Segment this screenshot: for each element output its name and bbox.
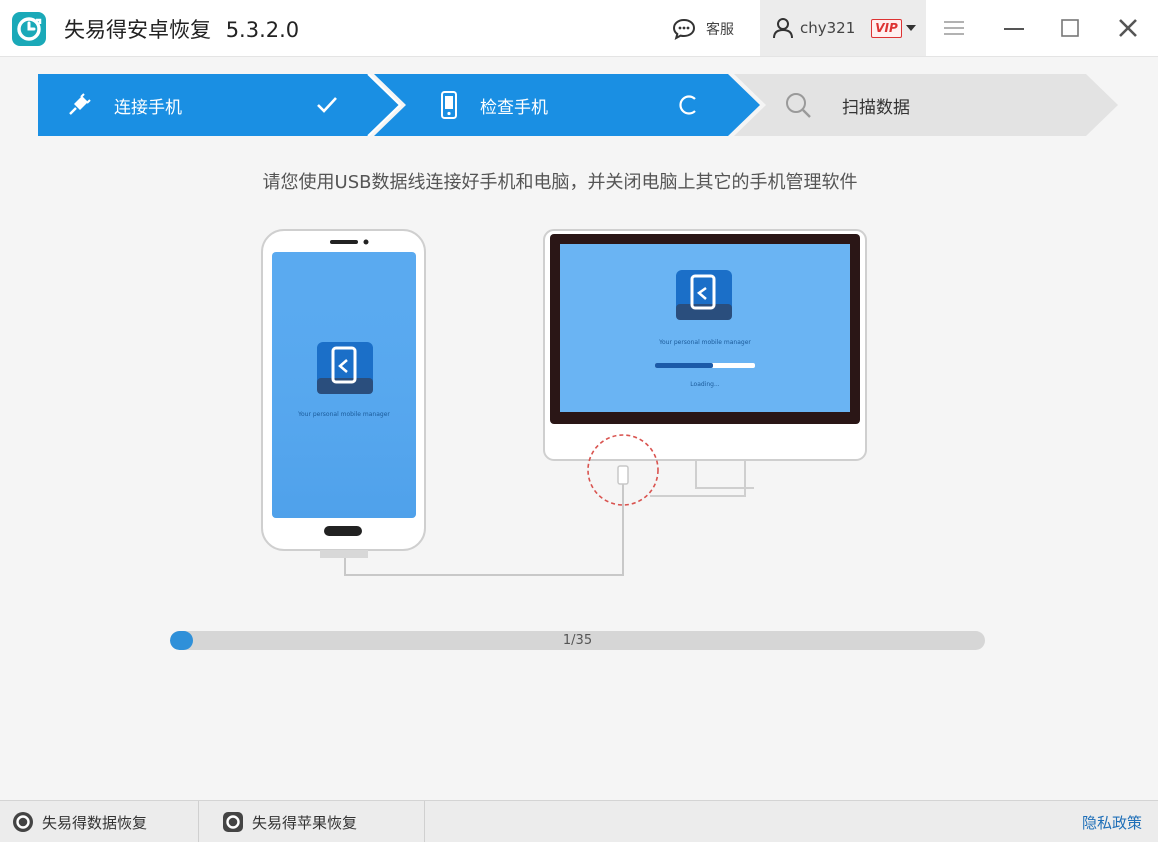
app-logo-icon (223, 812, 243, 832)
monitor-illustration: Your personal mobile manager Loading... (543, 229, 867, 497)
phone-caption: Your personal mobile manager (297, 411, 390, 418)
privacy-policy-link[interactable]: 隐私政策 (1082, 801, 1142, 842)
customer-service-button[interactable]: 客服 (672, 17, 734, 41)
search-icon (786, 93, 811, 118)
footer: 失易得数据恢复 失易得苹果恢复 隐私政策 (0, 800, 1158, 842)
close-icon[interactable] (1114, 14, 1142, 42)
step-scan-data: 扫描数据 (784, 74, 910, 136)
username: chy321 (800, 19, 856, 37)
menu-icon[interactable] (940, 14, 968, 42)
progress-text: 1/35 (562, 633, 593, 648)
app-logo-icon (12, 12, 46, 46)
app-name: 失易得安卓恢复 (64, 18, 211, 42)
app-window: 失易得安卓恢复 5.3.2.0 客服 chy321 VIP 连接手机 检查手机 … (0, 0, 1158, 842)
customer-service-label: 客服 (706, 22, 734, 38)
apple-recovery-label: 失易得苹果恢复 (252, 813, 358, 832)
app-title: 失易得安卓恢复 5.3.2.0 (64, 14, 299, 44)
steps-background (38, 74, 1118, 136)
step-check-phone: 检查手机 (440, 74, 548, 136)
monitor-loading: Loading... (690, 381, 719, 388)
minimize-icon[interactable] (1000, 14, 1028, 42)
title-bar: 失易得安卓恢复 5.3.2.0 客服 chy321 VIP (0, 0, 1158, 57)
footer-divider (198, 801, 199, 842)
phone-icon (441, 91, 457, 119)
progress-bar: 1/35 (170, 631, 985, 650)
data-recovery-link[interactable]: 失易得数据恢复 (12, 801, 147, 842)
phone-illustration: Your personal mobile manager (261, 229, 426, 558)
app-logo-icon (13, 812, 33, 832)
data-recovery-label: 失易得数据恢复 (42, 813, 148, 832)
monitor-caption: Your personal mobile manager (658, 339, 751, 346)
step-label: 扫描数据 (842, 97, 910, 118)
step-label: 检查手机 (480, 97, 548, 118)
check-icon (317, 97, 337, 113)
maximize-icon[interactable] (1056, 14, 1084, 42)
chevron-down-icon[interactable] (905, 25, 916, 31)
user-menu[interactable]: chy321 VIP (760, 0, 926, 56)
user-icon (773, 18, 793, 39)
step-connect-phone: 连接手机 (66, 74, 182, 136)
apple-recovery-link[interactable]: 失易得苹果恢复 (222, 801, 357, 842)
step-label: 连接手机 (114, 97, 182, 118)
connection-illustration: Your personal mobile manager Your person… (261, 229, 867, 576)
instruction-text: 请您使用USB数据线连接好手机和电脑，并关闭电脑上其它的手机管理软件 (262, 172, 858, 193)
chat-bubble-icon (672, 18, 696, 40)
loading-icon (679, 95, 696, 115)
steps-bar: 连接手机 检查手机 扫描数据 (38, 74, 1118, 136)
footer-divider (424, 801, 425, 842)
app-version: 5.3.2.0 (225, 18, 300, 42)
vip-badge: VIP (871, 18, 902, 38)
plug-icon (69, 93, 91, 115)
